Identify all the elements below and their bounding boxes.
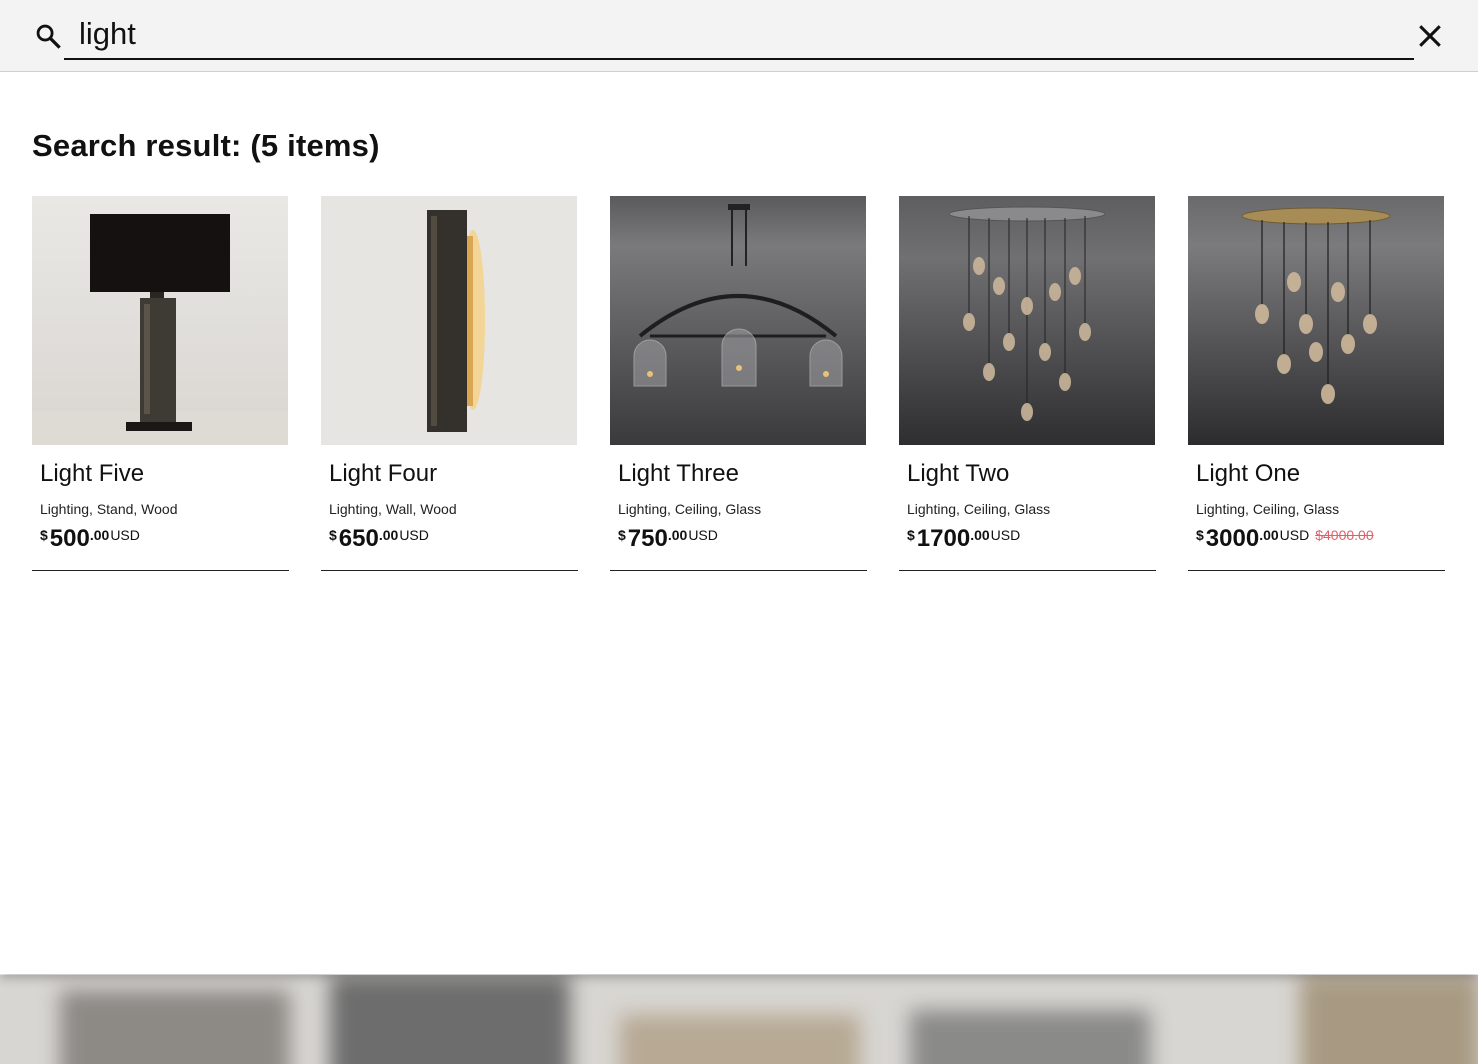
currency-code: USD [1279,527,1310,543]
price-decimal: .00 [378,527,399,543]
product-image[interactable] [32,196,288,445]
product-price: $ 1700 .00 USD [907,525,1020,553]
search-bar [0,0,1478,72]
price-decimal: .00 [667,527,688,543]
currency-symbol: $ [1196,527,1204,543]
product-card[interactable]: Light Two Lighting, Ceiling, Glass $ 170… [899,196,1156,571]
original-price: $4000.00 [1315,527,1374,543]
product-tags: Lighting, Ceiling, Glass [907,501,1051,517]
currency-code: USD [990,527,1021,543]
product-card[interactable]: Light Three Lighting, Ceiling, Glass $ 7… [610,196,867,571]
currency-code: USD [399,527,429,543]
product-image[interactable] [321,196,577,445]
product-price: $ 3000 .00 USD $4000.00 [1196,525,1374,553]
product-card[interactable]: Light Five Lighting, Stand, Wood $ 500 .… [32,196,289,571]
currency-symbol: $ [907,527,915,543]
product-image[interactable] [1188,196,1444,445]
product-tags: Lighting, Stand, Wood [40,501,178,517]
currency-symbol: $ [618,527,626,543]
price-integer: 1700 [916,525,971,552]
price-decimal: .00 [89,527,110,543]
currency-code: USD [688,527,718,543]
results-title: Search result: (5 items) [32,128,380,163]
currency-code: USD [110,527,140,543]
product-card[interactable]: Light Four Lighting, Wall, Wood $ 650 .0… [321,196,578,571]
price-decimal: .00 [970,527,990,543]
price-integer: 500 [49,525,90,552]
currency-symbol: $ [329,527,337,543]
currency-symbol: $ [40,527,48,543]
product-price: $ 650 .00 USD [329,525,429,553]
search-overlay: Search result: (5 items) Light Five Ligh… [0,0,1478,974]
search-input[interactable] [64,10,1414,60]
product-tags: Lighting, Ceiling, Glass [1196,501,1340,517]
product-grid: Light Five Lighting, Stand, Wood $ 500 .… [32,196,1446,571]
product-price: $ 500 .00 USD [40,525,140,553]
product-name: Light Three [618,460,739,487]
search-icon [36,24,61,49]
product-card[interactable]: Light One Lighting, Ceiling, Glass $ 300… [1188,196,1445,571]
background-page [0,975,1478,1064]
product-name: Light Two [907,460,1010,487]
product-tags: Lighting, Ceiling, Glass [618,501,762,517]
product-price: $ 750 .00 USD [618,525,718,553]
price-decimal: .00 [1259,527,1279,543]
product-image[interactable] [899,196,1155,445]
product-name: Light Five [40,460,145,487]
product-name: Light One [1196,460,1301,487]
product-image[interactable] [610,196,866,445]
price-integer: 750 [627,525,668,552]
close-icon[interactable] [1417,23,1443,49]
price-integer: 650 [338,525,379,552]
price-integer: 3000 [1205,525,1260,552]
product-name: Light Four [329,460,438,487]
product-tags: Lighting, Wall, Wood [329,501,457,517]
